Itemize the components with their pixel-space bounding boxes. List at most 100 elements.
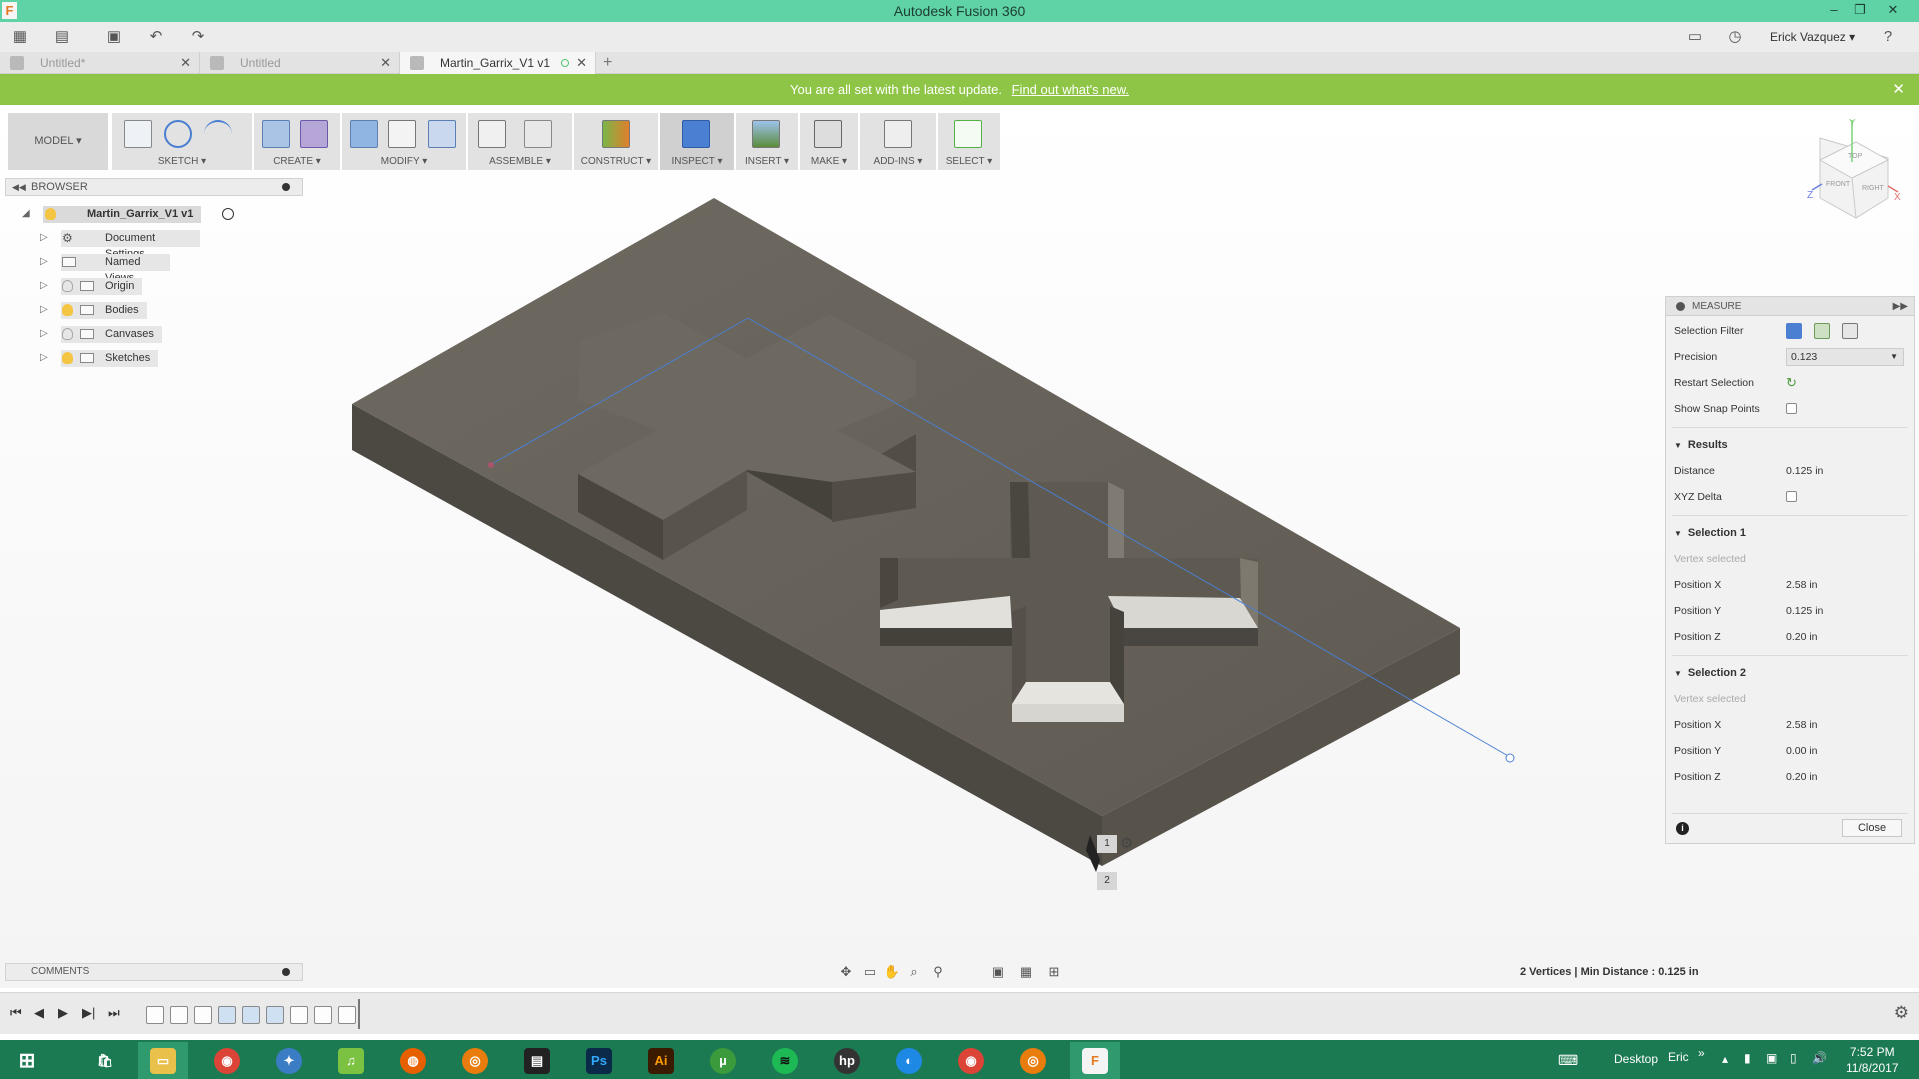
timeline-sketch-icon[interactable] <box>146 1006 164 1024</box>
shell-icon[interactable] <box>428 120 456 148</box>
expand-icon[interactable]: ▷ <box>40 350 48 366</box>
show-hidden-icon[interactable]: ▴ <box>1722 1052 1728 1066</box>
filter-body-icon[interactable] <box>1786 323 1802 339</box>
user-menu[interactable]: Erick Vazquez ▾ <box>1770 30 1855 44</box>
expand-icon[interactable]: ▷ <box>40 326 48 342</box>
network-icon[interactable]: ▮ <box>1744 1051 1751 1065</box>
app-tray-icon[interactable]: ▣ <box>1766 1051 1777 1065</box>
info-icon[interactable]: i <box>1676 822 1689 835</box>
results-section[interactable]: Results <box>1674 439 1728 451</box>
chrome-2-icon[interactable]: ◉ <box>946 1042 996 1079</box>
xyz-delta-checkbox[interactable] <box>1786 491 1797 502</box>
visibility-bulb-icon[interactable] <box>62 352 73 364</box>
blender-2-icon[interactable]: ◎ <box>1008 1042 1058 1079</box>
comments-panel[interactable]: COMMENTS <box>5 963 303 981</box>
tree-item-bodies[interactable]: ▷ Bodies <box>40 302 160 319</box>
arc-icon[interactable]: ◐ <box>884 1042 934 1079</box>
timeline-sketch-icon[interactable] <box>314 1006 332 1024</box>
tree-item-sketches[interactable]: ▷ Sketches <box>40 350 170 367</box>
visibility-bulb-icon[interactable] <box>62 304 73 316</box>
chevron-right-icon[interactable]: » <box>1698 1046 1705 1060</box>
assemble-group[interactable]: ASSEMBLE ▾ <box>468 113 572 170</box>
restore-button[interactable]: ❐ <box>1847 1 1873 19</box>
job-status-icon[interactable]: ▭ <box>1685 28 1705 46</box>
insert-image-icon[interactable] <box>752 120 780 148</box>
browser-panel-header[interactable]: ◀◀ BROWSER <box>5 178 303 196</box>
measure-header[interactable]: MEASURE ▶▶ <box>1666 297 1914 316</box>
volume-icon[interactable]: 🔊 <box>1812 1051 1827 1065</box>
fillet-icon[interactable] <box>388 120 416 148</box>
view-cube[interactable]: TOP FRONT RIGHT Y Z X <box>1807 118 1901 219</box>
offset-plane-icon[interactable] <box>602 120 630 148</box>
timeline-marker[interactable] <box>358 999 360 1029</box>
tree-item-document-settings[interactable]: ▷ Document Settings ⚙ <box>40 230 200 260</box>
orbit-icon[interactable]: ✥ <box>837 964 855 982</box>
hp-icon[interactable]: hp <box>822 1042 872 1079</box>
tab-untitled-star[interactable]: Untitled* ✕ <box>0 52 200 74</box>
measure-tool-icon[interactable] <box>682 120 710 148</box>
line-icon[interactable] <box>164 120 192 148</box>
expand-arrow-icon[interactable]: ▶▶ <box>1893 297 1908 316</box>
file-explorer-icon[interactable]: ▭ <box>138 1042 188 1079</box>
close-window-button[interactable]: ✕ <box>1880 1 1906 19</box>
canvas-viewport[interactable]: TOP FRONT RIGHT Y Z X 1 ⚙ 2 <box>0 105 1919 988</box>
tab-close-icon[interactable]: ✕ <box>576 52 587 74</box>
arc-icon[interactable] <box>204 120 232 148</box>
visibility-bulb-icon[interactable] <box>62 328 73 340</box>
tree-item-origin[interactable]: ▷ Origin <box>40 278 160 295</box>
workspace-switcher[interactable]: MODEL ▾ <box>8 113 108 170</box>
tree-item-named-views[interactable]: ▷ Named Views <box>40 254 170 284</box>
undo-icon[interactable]: ↶ <box>146 28 166 46</box>
precision-select[interactable]: 0.123 ▼ <box>1786 348 1904 366</box>
timeline-sketch-icon[interactable] <box>290 1006 308 1024</box>
tab-martin-garrix[interactable]: Martin_Garrix_V1 v1 ✕ <box>400 52 596 74</box>
create-group[interactable]: CREATE ▾ <box>254 113 340 170</box>
timeline-sketch-icon[interactable] <box>338 1006 356 1024</box>
viewports-icon[interactable]: ⊞ <box>1045 964 1063 982</box>
restart-icon[interactable]: ↻ <box>1786 373 1797 393</box>
whats-new-link[interactable]: Find out what's new. <box>1012 82 1129 97</box>
windows-start-icon[interactable]: ⊞ <box>2 1042 52 1079</box>
new-tab-button[interactable]: + <box>603 52 612 74</box>
store-icon[interactable]: 🛍 <box>80 1042 130 1079</box>
filter-face-icon[interactable] <box>1814 323 1830 339</box>
make-group[interactable]: MAKE ▾ <box>800 113 858 170</box>
construct-group[interactable]: CONSTRUCT ▾ <box>574 113 658 170</box>
modify-group[interactable]: MODIFY ▾ <box>342 113 466 170</box>
marker-gear-icon[interactable]: ⚙ <box>1120 834 1133 852</box>
desktop-label[interactable]: Desktop <box>1614 1052 1658 1066</box>
press-pull-icon[interactable] <box>350 120 378 148</box>
play-icon[interactable]: ▶ <box>58 1005 68 1021</box>
model-scene[interactable]: TOP FRONT RIGHT Y Z X <box>0 105 1919 988</box>
file-menu-icon[interactable]: ▤ <box>52 28 72 46</box>
expand-icon[interactable]: ◢ <box>22 206 30 222</box>
insert-group[interactable]: INSERT ▾ <box>736 113 798 170</box>
expand-icon[interactable]: ▷ <box>40 230 48 246</box>
music-icon[interactable]: ♫ <box>326 1042 376 1079</box>
select-icon[interactable] <box>954 120 982 148</box>
visibility-bulb-icon[interactable] <box>62 280 73 292</box>
add-ins-group[interactable]: ADD-INS ▾ <box>860 113 936 170</box>
expand-icon[interactable]: ▷ <box>40 254 48 270</box>
redo-icon[interactable]: ↷ <box>188 28 208 46</box>
timeline-extrude-icon[interactable] <box>266 1006 284 1024</box>
scripts-icon[interactable] <box>884 120 912 148</box>
snap-points-checkbox[interactable] <box>1786 403 1797 414</box>
display-settings-icon[interactable]: ▣ <box>989 964 1007 982</box>
grid-settings-icon[interactable]: ▦ <box>1017 964 1035 982</box>
sketch-group[interactable]: SKETCH ▾ <box>112 113 252 170</box>
fit-icon[interactable]: ⚲ <box>929 964 947 982</box>
fusion-icon[interactable]: F <box>1070 1042 1120 1079</box>
joint-icon[interactable] <box>524 120 552 148</box>
filter-edge-icon[interactable] <box>1842 323 1858 339</box>
tree-root[interactable]: ◢ Martin_Garrix_V1 v1 <box>22 206 252 223</box>
visibility-bulb-icon[interactable] <box>45 208 56 220</box>
save-icon[interactable]: ▣ <box>104 28 124 46</box>
tab-close-icon[interactable]: ✕ <box>380 52 391 74</box>
create-sketch-icon[interactable] <box>124 120 152 148</box>
notice-close-icon[interactable]: ✕ <box>1892 74 1905 105</box>
activate-icon[interactable] <box>222 208 234 220</box>
add-comment-icon[interactable] <box>282 968 290 976</box>
timeline-sketch-icon[interactable] <box>170 1006 188 1024</box>
illustrator-icon[interactable]: Ai <box>636 1042 686 1079</box>
